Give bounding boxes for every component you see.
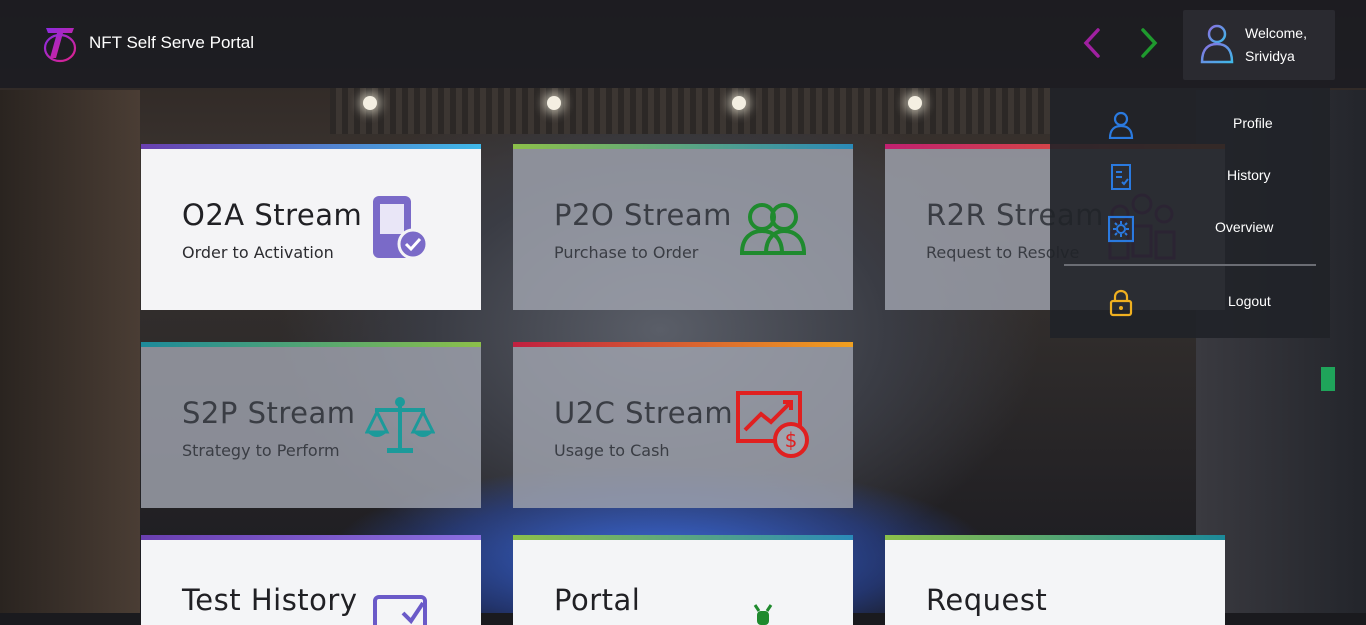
stream-card-o2a[interactable]: O2A Stream Order to Activation (141, 144, 481, 310)
card-title: P2O Stream (554, 198, 732, 232)
device-check-icon (373, 196, 429, 260)
card-accent-bar (885, 535, 1225, 540)
card-title: O2A Stream (182, 198, 363, 232)
stream-card-s2p[interactable]: S2P Stream Strategy to Perform (141, 342, 481, 508)
exit-sign (1321, 367, 1335, 391)
ceiling-light (547, 96, 561, 110)
card-accent-bar (141, 144, 481, 149)
card-subtitle: Usage to Cash (554, 441, 670, 460)
card-accent-bar (513, 535, 853, 540)
brand-title[interactable]: NFT Self Serve Portal (89, 33, 254, 53)
ceiling-light (732, 96, 746, 110)
card-title: S2P Stream (182, 396, 356, 430)
card-portal[interactable]: Portal (513, 535, 853, 625)
gear-icon (1108, 215, 1134, 243)
user-avatar-icon (1200, 24, 1234, 64)
menu-item-overview[interactable]: Overview (1050, 207, 1330, 247)
chevron-right-icon[interactable] (1135, 26, 1163, 60)
card-subtitle: Order to Activation (182, 243, 334, 262)
menu-item-profile[interactable]: Profile (1050, 103, 1330, 143)
lock-icon (1109, 289, 1133, 317)
card-accent-bar (513, 144, 853, 149)
card-title: U2C Stream (554, 396, 734, 430)
welcome-greeting: Welcome, (1245, 25, 1307, 41)
telstra-logo-icon[interactable] (42, 22, 78, 64)
ceiling-light (908, 96, 922, 110)
menu-item-label: Overview (1215, 219, 1274, 235)
card-request[interactable]: Request (885, 535, 1225, 625)
welcome-text: Welcome, Srividya (1245, 22, 1307, 68)
document-check-icon (1111, 164, 1131, 190)
wall-left (0, 90, 140, 613)
menu-item-logout[interactable]: Logout (1050, 281, 1330, 321)
user-menu-toggle[interactable]: Welcome, Srividya (1183, 10, 1335, 80)
stream-card-p2o[interactable]: P2O Stream Purchase to Order (513, 144, 853, 310)
menu-item-label: History (1227, 167, 1271, 183)
checklist-icon (373, 595, 427, 625)
svg-text:$: $ (785, 428, 798, 452)
card-title: Request (926, 583, 1048, 617)
menu-divider (1064, 264, 1316, 266)
menu-item-label: Profile (1233, 115, 1273, 131)
card-subtitle: Purchase to Order (554, 243, 699, 262)
bug-icon (753, 604, 773, 625)
user-dropdown-menu: Profile History Overview Logout (1050, 88, 1330, 338)
menu-item-history[interactable]: History (1050, 155, 1330, 195)
scales-icon (365, 397, 435, 453)
card-accent-bar (513, 342, 853, 347)
top-bar: NFT Self Serve Portal Welcome, Srividya (0, 0, 1366, 88)
users-icon (739, 203, 807, 255)
chevron-left-icon[interactable] (1078, 26, 1106, 60)
user-icon (1108, 111, 1134, 139)
chart-dollar-icon: $ (736, 391, 809, 458)
card-title: Test History (182, 583, 358, 617)
card-accent-bar (141, 535, 481, 540)
menu-item-label: Logout (1228, 293, 1271, 309)
card-subtitle: Strategy to Perform (182, 441, 340, 460)
ceiling (330, 88, 1050, 134)
welcome-username: Srividya (1245, 48, 1295, 64)
card-accent-bar (141, 342, 481, 347)
card-title: Portal (554, 583, 641, 617)
stream-card-u2c[interactable]: U2C Stream Usage to Cash $ (513, 342, 853, 508)
ceiling-light (363, 96, 377, 110)
card-test-history[interactable]: Test History (141, 535, 481, 625)
